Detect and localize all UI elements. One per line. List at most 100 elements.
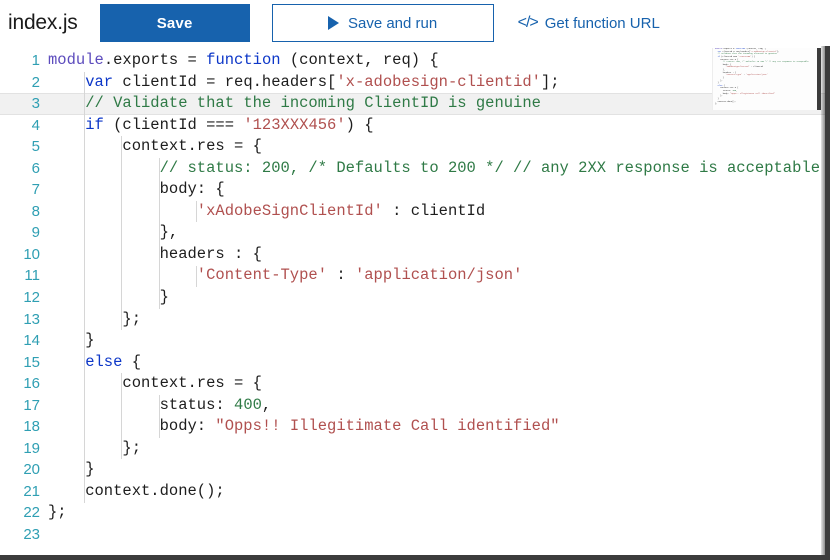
line-number: 13 [0, 309, 40, 331]
get-function-url-link[interactable]: </> Get function URL [518, 14, 660, 32]
code-token: // status: 200, /* Defaults to 200 */ //… [160, 159, 820, 177]
line-content: } [160, 287, 169, 309]
code-token: }; [122, 310, 141, 328]
code-line[interactable]: 12} [0, 287, 825, 309]
code-token: headers : { [160, 245, 262, 263]
line-content: else { [85, 352, 141, 374]
code-token: clientId = req.headers[ [113, 73, 336, 91]
code-line[interactable]: 22}; [0, 502, 825, 524]
code-line[interactable]: 3 // Validate that the incoming ClientID … [0, 93, 825, 115]
minimap-token: // status: 200, /* Defaults to 200 */ //… [723, 60, 809, 63]
indent-guide [121, 373, 122, 459]
line-content: } [85, 330, 94, 352]
minimap-token: ) { [751, 55, 755, 58]
line-number: 6 [0, 158, 40, 180]
line-number: 3 [0, 93, 40, 115]
code-token: context.done(); [85, 482, 225, 500]
code-token: }, [160, 223, 179, 241]
line-number: 22 [0, 502, 40, 524]
code-token: function [206, 51, 280, 69]
line-content: }; [122, 438, 141, 460]
code-line[interactable]: 15else { [0, 352, 825, 374]
code-line[interactable]: 11'Content-Type' : 'application/json' [0, 265, 825, 287]
code-token: '123XXX456' [243, 116, 345, 134]
code-token: 'x-adobesign-clientid' [336, 73, 541, 91]
line-number: 17 [0, 395, 40, 417]
line-number: 1 [0, 50, 40, 72]
code-line[interactable]: 2var clientId = req.headers['x-adobesign… [0, 72, 825, 94]
line-number: 18 [0, 416, 40, 438]
minimap-token: }; [720, 94, 722, 97]
line-number: 9 [0, 222, 40, 244]
minimap-token: : clientId [750, 65, 763, 68]
code-token: context.res = { [122, 374, 262, 392]
line-content: // Validate that the incoming ClientID i… [85, 93, 541, 115]
code-line[interactable]: 20} [0, 459, 825, 481]
code-token: 'Content-Type' [197, 266, 327, 284]
minimap-token: } [723, 76, 724, 79]
code-minimap[interactable]: module.exports = function (context, req)… [712, 48, 821, 110]
code-brackets-icon: </> [518, 14, 538, 32]
code-line[interactable]: 23 [0, 524, 825, 546]
code-line[interactable]: 4if (clientId === '123XXX456') { [0, 115, 825, 137]
code-line[interactable]: 19}; [0, 438, 825, 460]
indent-guide [159, 158, 160, 309]
line-number: 5 [0, 136, 40, 158]
minimap-token: 'application/json' [746, 73, 768, 76]
code-line[interactable]: 5 context.res = { [0, 136, 825, 158]
code-line[interactable]: 9}, [0, 222, 825, 244]
minimap-line [713, 106, 821, 109]
code-line[interactable]: 18body: "Opps!! Illegitimate Call identi… [0, 416, 825, 438]
code-token: , [262, 396, 271, 414]
code-line[interactable]: 7 body: { [0, 179, 825, 201]
code-token: (context, req) { [281, 51, 439, 69]
line-number: 12 [0, 287, 40, 309]
code-line[interactable]: 13}; [0, 309, 825, 331]
code-line[interactable]: 10headers : { [0, 244, 825, 266]
code-line[interactable]: 17 status: 400, [0, 395, 825, 417]
code-token: } [85, 331, 94, 349]
code-token: } [160, 288, 169, 306]
line-number: 20 [0, 459, 40, 481]
code-token: 'xAdobeSignClientId' [197, 202, 383, 220]
save-button[interactable]: Save [100, 4, 250, 42]
code-token: // Validate that the incoming ClientID i… [85, 94, 541, 112]
code-token: 'application/json' [355, 266, 522, 284]
code-line[interactable]: 8'xAdobeSignClientId' : clientId [0, 201, 825, 223]
code-token: body: { [160, 180, 225, 198]
line-content: context.res = { [122, 136, 262, 158]
minimap-token: "Opps!! Illegitimate Call identified" [730, 92, 775, 95]
editor-toolbar: index.js Save Save and run </> Get funct… [0, 0, 830, 46]
get-function-url-label: Get function URL [545, 15, 660, 32]
code-token: body: [160, 417, 216, 435]
code-token: .exports = [104, 51, 206, 69]
minimap-token: body: [723, 92, 730, 95]
minimap-token: '123XXX456' [738, 55, 751, 58]
line-number: 19 [0, 438, 40, 460]
line-content: body: { [160, 179, 225, 201]
code-line[interactable]: 14} [0, 330, 825, 352]
line-content: status: 400, [160, 395, 272, 417]
code-line[interactable]: 1 module.exports = function (context, req… [0, 50, 825, 72]
code-editor-surface[interactable]: 1 module.exports = function (context, req… [0, 46, 825, 555]
save-and-run-button[interactable]: Save and run [272, 4, 494, 42]
minimap-token: 'xAdobeSignClientId' [725, 65, 749, 68]
save-and-run-label: Save and run [348, 15, 437, 32]
code-line[interactable]: 21context.done(); [0, 481, 825, 503]
code-token: module [48, 51, 104, 69]
line-content: // status: 200, /* Defaults to 200 */ //… [160, 158, 820, 180]
code-line[interactable]: 16context.res = { [0, 373, 825, 395]
line-content: }; [122, 309, 141, 331]
minimap-token: ]; [777, 50, 779, 53]
line-content: headers : { [160, 244, 262, 266]
editor-scrollbar[interactable] [821, 46, 825, 555]
line-content: context.res = { [122, 373, 262, 395]
line-content: context.done(); [85, 481, 225, 503]
line-number: 7 [0, 179, 40, 201]
minimap-token: }; [720, 79, 722, 82]
code-lines-container[interactable]: 1 module.exports = function (context, req… [0, 50, 825, 546]
line-content: } [85, 459, 94, 481]
minimap-token: 'Content-Type' [725, 73, 742, 76]
code-line[interactable]: 6 // status: 200, /* Defaults to 200 */ /… [0, 158, 825, 180]
code-token: else [85, 353, 122, 371]
